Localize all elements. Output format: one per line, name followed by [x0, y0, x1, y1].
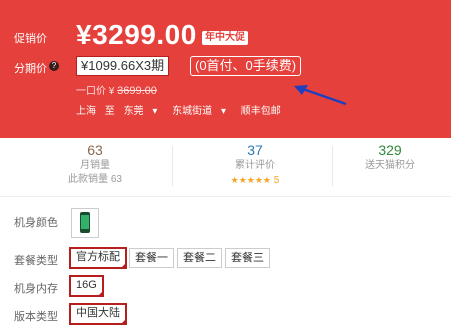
shipping-line: 上海 至 东莞 ▾ 东城街道 ▾ 顺丰包邮 — [76, 102, 287, 117]
stat-reviews-rating: ★★★★★ 5 — [180, 173, 330, 188]
help-icon[interactable]: ? — [49, 61, 59, 71]
stat-reviews-label: 累计评价 — [235, 160, 275, 171]
divider — [172, 146, 173, 186]
installment-note: (0首付、0手续费) — [190, 56, 302, 76]
ship-carrier: 顺丰包邮 — [240, 106, 281, 117]
once-price-value: 3699.00 — [117, 85, 157, 97]
chevron-down-icon: ▾ — [152, 106, 158, 117]
package-option-2[interactable]: 套餐二 — [177, 248, 222, 268]
blue-arrow-icon — [294, 85, 347, 106]
star-rating-icon: ★★★★★ — [230, 175, 271, 185]
stat-monthly-sales-label: 月销量 — [80, 160, 110, 171]
stat-reviews-num: 37 — [247, 142, 263, 158]
package-label: 套餐类型 — [14, 255, 58, 267]
color-option-thumbnail[interactable] — [71, 208, 99, 238]
once-price: 一口价 ¥ 3699.00 — [76, 82, 157, 97]
stat-points-label: 送天猫积分 — [365, 160, 415, 171]
once-price-label: 一口价 ¥ — [76, 86, 115, 97]
promo-panel: 促销价 ¥3299.00 年中大促 分期价 ? ¥1099.66X3期 (0首付… — [0, 0, 451, 138]
installment-price-label: 分期价 — [14, 63, 47, 75]
phone-icon — [80, 212, 90, 233]
ship-from: 上海 — [76, 106, 96, 117]
promo-price-label: 促销价 — [14, 33, 47, 45]
package-option-official[interactable]: 官方标配 — [69, 247, 127, 269]
promo-price: ¥3299.00 — [76, 19, 197, 50]
stat-monthly-sales: 63 月销量 此款销量 63 — [20, 138, 170, 187]
stat-points-num: 329 — [378, 142, 402, 158]
ship-city-select[interactable]: 东莞 ▾ — [124, 106, 164, 117]
installment-value[interactable]: ¥1099.66X3期 — [76, 56, 170, 76]
stat-monthly-sales-detail: 此款销量 63 — [68, 174, 122, 185]
divider — [332, 146, 333, 186]
stats-row: 63 月销量 此款销量 63 37 累计评价 ★★★★★ 5 329 送天猫积分 — [0, 138, 451, 196]
stat-points: 329 送天猫积分 — [335, 138, 445, 173]
version-option-china[interactable]: 中国大陆 — [69, 303, 127, 325]
promo-badge: 年中大促 — [202, 31, 248, 45]
package-option-1[interactable]: 套餐一 — [129, 248, 174, 268]
stat-reviews-score: 5 — [273, 175, 280, 186]
stat-reviews[interactable]: 37 累计评价 ★★★★★ 5 — [180, 138, 330, 188]
chevron-down-icon: ▾ — [220, 106, 226, 117]
ship-district-select[interactable]: 东城街道 ▾ — [172, 106, 232, 117]
stat-monthly-sales-num: 63 — [87, 142, 103, 158]
color-label: 机身颜色 — [14, 217, 58, 229]
version-label: 版本类型 — [14, 311, 58, 323]
ship-to-word: 至 — [104, 106, 115, 117]
memory-option-16g[interactable]: 16G — [69, 275, 104, 297]
package-option-3[interactable]: 套餐三 — [225, 248, 270, 268]
divider — [0, 196, 451, 197]
memory-label: 机身内存 — [14, 283, 58, 295]
